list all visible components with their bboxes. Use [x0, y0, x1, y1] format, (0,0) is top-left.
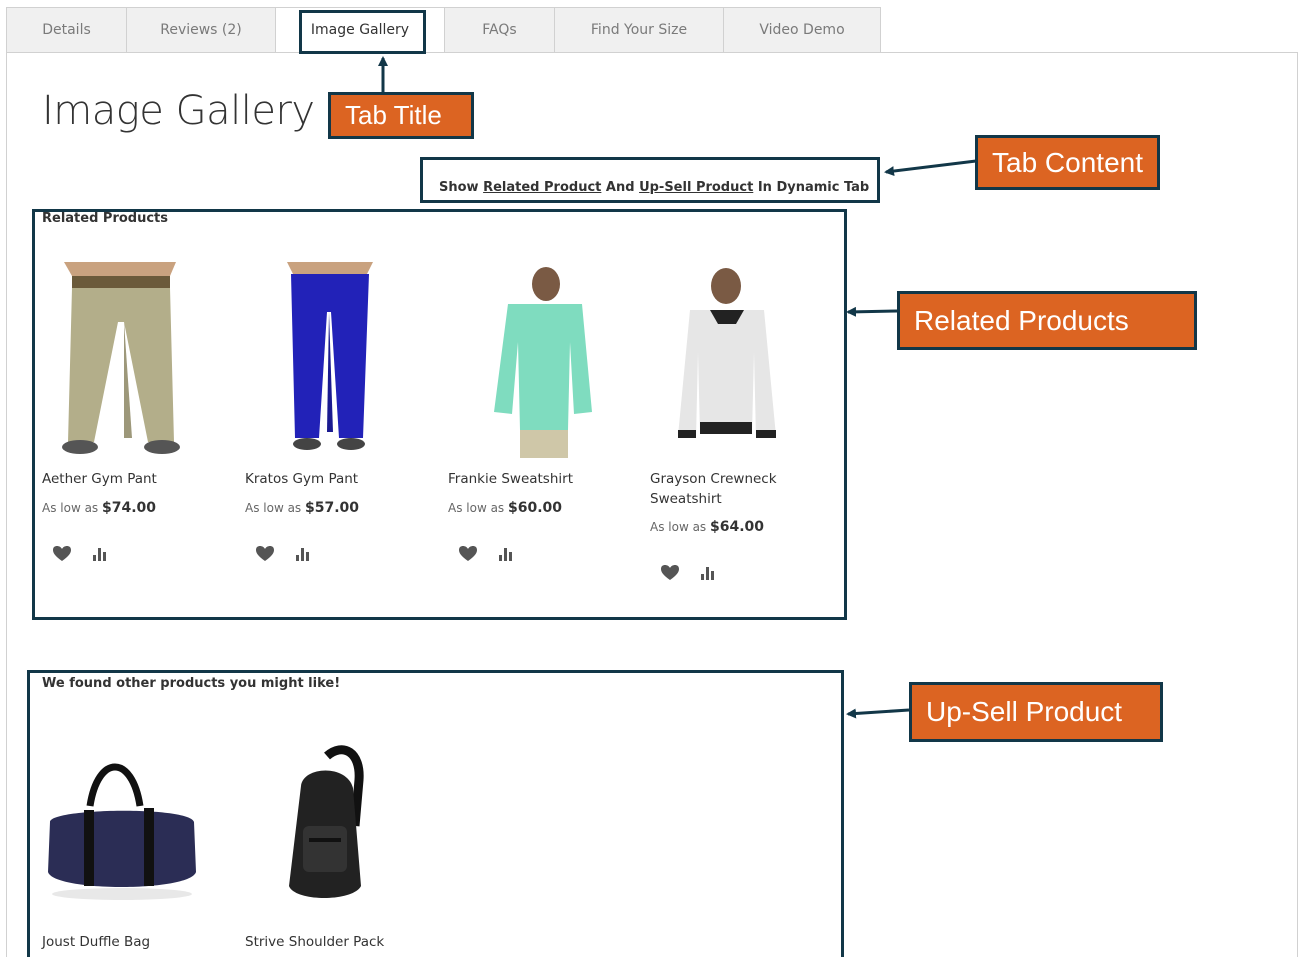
price-value: $74.00 [102, 500, 157, 516]
price-value: $64.00 [710, 519, 765, 535]
product-price: As low as $60.00 [448, 500, 562, 516]
product-image-frankie-sweatshirt[interactable] [446, 262, 606, 458]
product-name[interactable]: Kratos Gym Pant [245, 469, 420, 489]
price-prefix: As low as [245, 501, 302, 515]
product-image-aether-gym-pant[interactable] [40, 262, 200, 458]
product-name[interactable]: Frankie Sweatshirt [448, 469, 623, 489]
compare-icon[interactable] [292, 543, 314, 565]
arrow-tab-content [884, 159, 977, 176]
heart-icon[interactable] [51, 543, 73, 565]
product-image-joust-duffle-bag[interactable] [40, 726, 200, 922]
product-name[interactable]: Grayson Crewneck Sweatshirt [650, 469, 825, 509]
price-prefix: As low as [42, 501, 99, 515]
heart-icon[interactable] [457, 543, 479, 565]
price-prefix: As low as [650, 520, 707, 534]
arrow-related-products [846, 306, 898, 317]
price-value: $60.00 [508, 500, 563, 516]
upsell-title: We found other products you might like! [42, 676, 341, 691]
product-price: As low as $74.00 [42, 500, 156, 516]
product-image-grayson-crewneck-sweatshirt[interactable] [648, 262, 808, 458]
compare-icon[interactable] [89, 543, 111, 565]
price-value: $57.00 [305, 500, 360, 516]
product-name[interactable]: Joust Duffle Bag [42, 932, 217, 952]
heart-icon[interactable] [254, 543, 276, 565]
product-name[interactable]: Strive Shoulder Pack [245, 932, 420, 952]
related-products-title: Related Products [42, 211, 169, 226]
heart-icon[interactable] [659, 562, 681, 584]
price-prefix: As low as [448, 501, 505, 515]
product-name[interactable]: Aether Gym Pant [42, 469, 217, 489]
product-image-kratos-gym-pant[interactable] [243, 262, 403, 458]
product-image-strive-shoulder-pack[interactable] [243, 726, 403, 922]
compare-icon[interactable] [697, 562, 719, 584]
product-price: As low as $64.00 [650, 519, 764, 535]
compare-icon[interactable] [495, 543, 517, 565]
product-price: As low as $57.00 [245, 500, 359, 516]
arrow-upsell [846, 708, 910, 719]
